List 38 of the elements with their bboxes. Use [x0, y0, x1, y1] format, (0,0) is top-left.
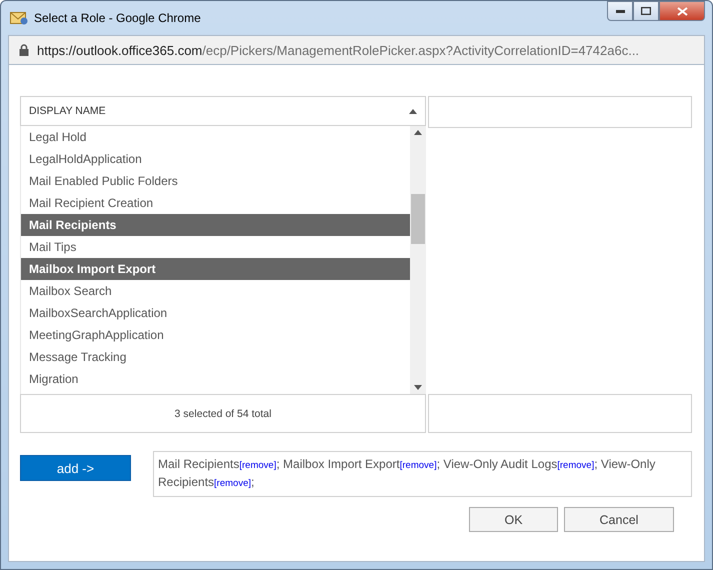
url-text: https://outlook.office365.com/ecp/Pickers/ManagementRolePicker.aspx?ActivityCorrelationID=4742a6c...	[37, 42, 640, 58]
scroll-up-icon	[414, 130, 422, 135]
add-button[interactable]: add ->	[20, 455, 131, 481]
cancel-button[interactable]: Cancel	[564, 507, 674, 532]
minimize-icon	[616, 10, 624, 12]
list-item[interactable]: Mail Recipient Creation	[21, 192, 410, 214]
column-header[interactable]: DISPLAY NAME	[20, 96, 426, 126]
list-item[interactable]: Mail Enabled Public Folders	[21, 170, 410, 192]
envelope-icon	[10, 11, 28, 25]
list-item[interactable]: Mailbox Import Export	[21, 258, 410, 280]
scrollbar[interactable]	[410, 126, 426, 394]
selection-count: 3 selected of 54 total	[174, 408, 272, 420]
list-item[interactable]: Legal Hold	[21, 126, 410, 148]
selected-roles-text: Mail Recipients[remove]; Mailbox Import Export[remove]; View-Only Audit Logs[remove]; View-Only Recipients[remove];	[158, 456, 656, 491]
remove-link[interactable]: [remove]	[239, 460, 276, 471]
remove-link[interactable]: [remove]	[557, 460, 594, 471]
minimize-button[interactable]	[607, 1, 633, 21]
close-icon	[676, 6, 688, 16]
sort-arrow-icon	[409, 108, 417, 114]
maximize-icon	[641, 7, 651, 15]
scroll-thumb[interactable]	[411, 194, 425, 244]
remove-link[interactable]: [remove]	[214, 478, 251, 489]
list-item[interactable]: LegalHoldApplication	[21, 148, 410, 170]
list-item[interactable]: Mailbox Search	[21, 280, 410, 302]
list-item[interactable]: Migration	[21, 368, 410, 390]
maximize-button[interactable]	[633, 1, 659, 21]
scroll-down-icon	[414, 385, 422, 390]
close-button[interactable]	[659, 1, 705, 21]
list-item[interactable]: Message Tracking	[21, 346, 410, 368]
list-item[interactable]: MeetingGraphApplication	[21, 324, 410, 346]
lock-icon	[19, 44, 29, 56]
remove-link[interactable]: [remove]	[400, 460, 437, 471]
list-item[interactable]: MailboxSearchApplication	[21, 302, 410, 324]
list-item[interactable]: Mail Tips	[21, 236, 410, 258]
window-title: Select a Role - Google Chrome	[34, 11, 202, 25]
ok-button[interactable]: OK	[469, 507, 558, 532]
address-bar[interactable]: https://outlook.office365.com/ecp/Pickers/ManagementRolePicker.aspx?ActivityCorrelationID=4742a6c...	[8, 35, 705, 65]
list-item[interactable]: Mail Recipients	[21, 214, 410, 236]
